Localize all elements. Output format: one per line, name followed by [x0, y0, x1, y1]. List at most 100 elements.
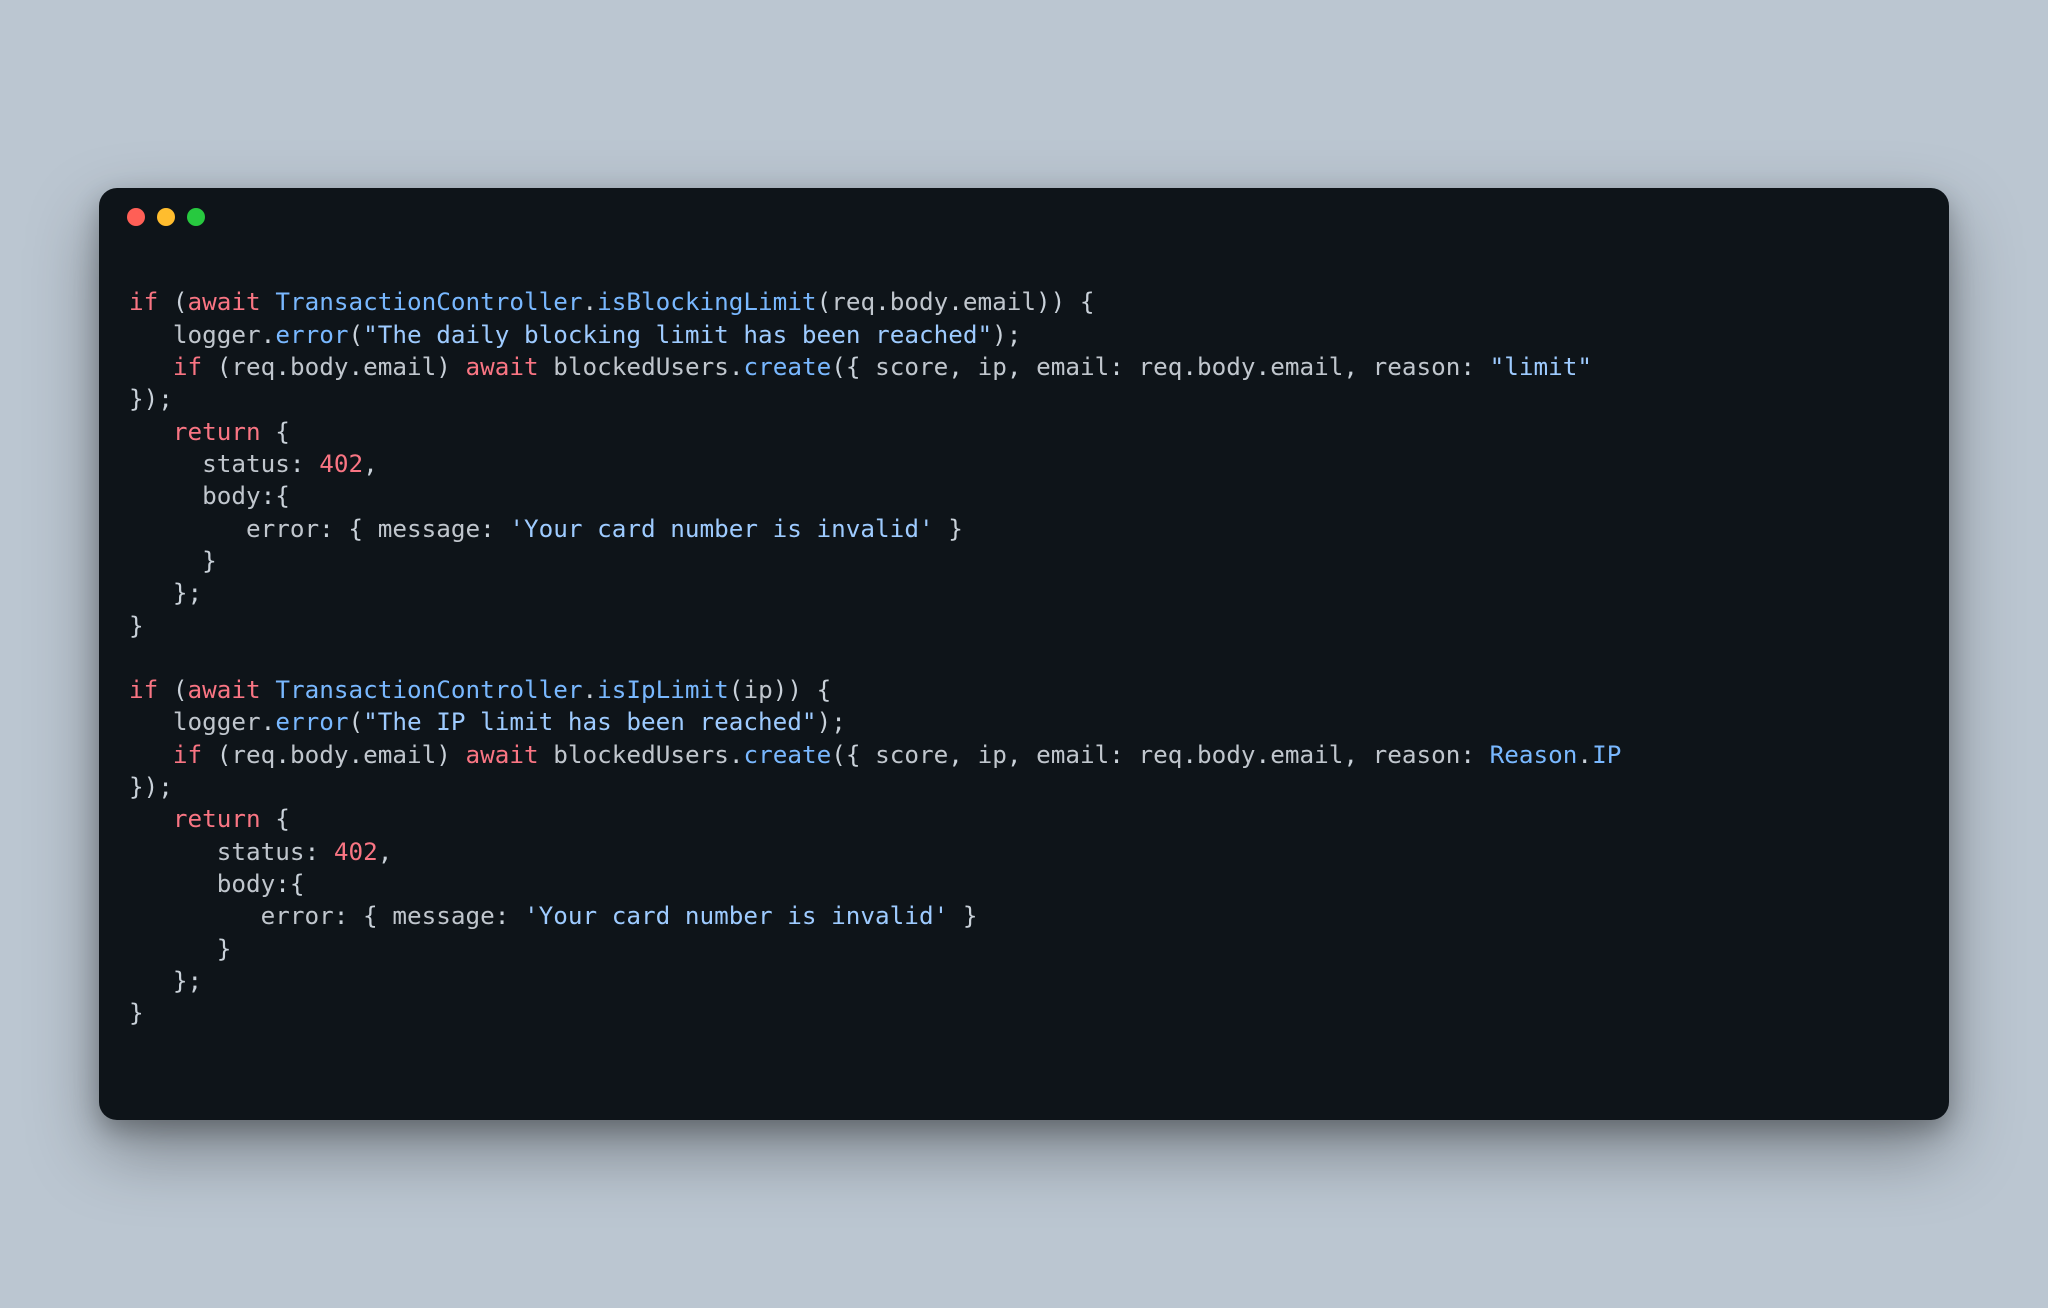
code-token-punct: .	[729, 740, 744, 769]
code-token-kw: if	[173, 740, 202, 769]
code-token-punct: ({	[831, 740, 875, 769]
code-token-punct	[1592, 352, 1607, 381]
code-token-punct	[539, 740, 554, 769]
code-token-str: 'Your card number is invalid'	[524, 901, 948, 930]
code-token-punct: .	[261, 707, 276, 736]
code-token-kw: if	[129, 675, 158, 704]
code-token-punct: {	[261, 417, 290, 446]
code-token-punct: .	[275, 740, 290, 769]
code-token-punct: :	[290, 449, 319, 478]
minimize-icon[interactable]	[157, 208, 175, 226]
code-token-ident: req	[831, 287, 875, 316]
code-token-punct: .	[1182, 352, 1197, 381]
code-token-punct: ({	[831, 352, 875, 381]
code-token-punct: :	[480, 514, 509, 543]
code-token-punct: }	[129, 998, 144, 1027]
code-token-ident: ip	[978, 740, 1007, 769]
code-token-ident: score	[875, 352, 948, 381]
code-token-punct: }	[934, 514, 963, 543]
code-token-punct: ,	[948, 740, 977, 769]
code-token-method: create	[743, 740, 831, 769]
code-token-punct: .	[261, 320, 276, 349]
code-token-num: 402	[319, 449, 363, 478]
code-token-num: 402	[334, 837, 378, 866]
code-token-punct: (	[729, 675, 744, 704]
code-token-ident: score	[875, 740, 948, 769]
code-token-punct: }	[948, 901, 977, 930]
code-token-ident: body	[1197, 740, 1256, 769]
code-token-method: isIpLimit	[597, 675, 729, 704]
code-token-punct	[129, 707, 173, 736]
code-token-ident: body	[1197, 352, 1256, 381]
code-token-punct: )	[436, 352, 465, 381]
code-token-punct: });	[129, 772, 173, 801]
code-token-kw: if	[173, 352, 202, 381]
code-token-punct: .	[875, 287, 890, 316]
code-token-ident: email	[1270, 740, 1343, 769]
code-token-punct: .	[729, 352, 744, 381]
code-token-punct	[129, 804, 173, 833]
code-token-punct	[129, 481, 202, 510]
code-window: if (await TransactionController.isBlocki…	[99, 188, 1949, 1119]
code-token-punct: .	[1256, 352, 1271, 381]
code-token-str: 'Your card number is invalid'	[509, 514, 933, 543]
code-token-ident: email	[1036, 352, 1109, 381]
code-token-punct: ,	[378, 837, 393, 866]
code-token-punct: (	[202, 740, 231, 769]
window-titlebar	[99, 188, 1949, 246]
code-token-kw: await	[466, 740, 539, 769]
code-token-punct	[129, 417, 173, 446]
code-token-punct: )	[436, 740, 465, 769]
code-token-kw: if	[129, 287, 158, 316]
code-token-str: "The IP limit has been reached"	[363, 707, 816, 736]
code-token-ident: email	[963, 287, 1036, 316]
code-token-punct	[129, 869, 217, 898]
code-token-str: "The daily blocking limit has been reach…	[363, 320, 992, 349]
code-token-ident: error	[246, 514, 319, 543]
code-token-punct	[1621, 740, 1636, 769]
code-token-method: error	[275, 707, 348, 736]
code-token-punct: ,	[363, 449, 378, 478]
code-token-punct	[261, 287, 276, 316]
zoom-icon[interactable]	[187, 208, 205, 226]
code-token-punct	[129, 514, 246, 543]
code-token-punct: }	[129, 546, 217, 575]
code-token-punct: };	[129, 578, 202, 607]
code-token-punct: });	[129, 384, 173, 413]
code-token-ident: body	[217, 869, 276, 898]
code-token-method: TransactionController	[275, 675, 582, 704]
code-token-punct: (	[348, 707, 363, 736]
code-token-punct	[539, 352, 554, 381]
code-token-punct: )) {	[1036, 287, 1095, 316]
code-content: if (await TransactionController.isBlocki…	[99, 246, 1949, 1119]
code-token-ident: email	[363, 352, 436, 381]
code-token-punct: {	[261, 804, 290, 833]
code-token-punct: .	[583, 675, 598, 704]
code-token-punct: }	[129, 934, 231, 963]
code-token-ident: message	[378, 514, 480, 543]
code-token-method: isBlockingLimit	[597, 287, 816, 316]
code-token-punct: .	[275, 352, 290, 381]
code-token-punct: )) {	[773, 675, 832, 704]
code-token-kw: return	[173, 804, 261, 833]
code-token-punct: (	[158, 675, 187, 704]
code-token-punct: (	[348, 320, 363, 349]
code-token-punct: :	[1460, 352, 1489, 381]
code-token-punct: );	[992, 320, 1021, 349]
code-token-ident: req	[1139, 352, 1183, 381]
code-token-punct: .	[583, 287, 598, 316]
code-token-punct: .	[348, 352, 363, 381]
code-token-punct: ,	[1343, 352, 1372, 381]
code-token-punct: );	[817, 707, 846, 736]
code-token-punct: ,	[1343, 740, 1372, 769]
code-token-method: IP	[1592, 740, 1621, 769]
code-token-ident: body	[890, 287, 949, 316]
close-icon[interactable]	[127, 208, 145, 226]
code-token-punct: :{	[261, 481, 290, 510]
code-token-ident: logger	[173, 707, 261, 736]
code-token-ident: blockedUsers	[553, 740, 729, 769]
code-token-method: TransactionController	[275, 287, 582, 316]
code-token-punct: .	[1577, 740, 1592, 769]
code-token-punct	[129, 320, 173, 349]
code-token-ident: email	[1036, 740, 1109, 769]
